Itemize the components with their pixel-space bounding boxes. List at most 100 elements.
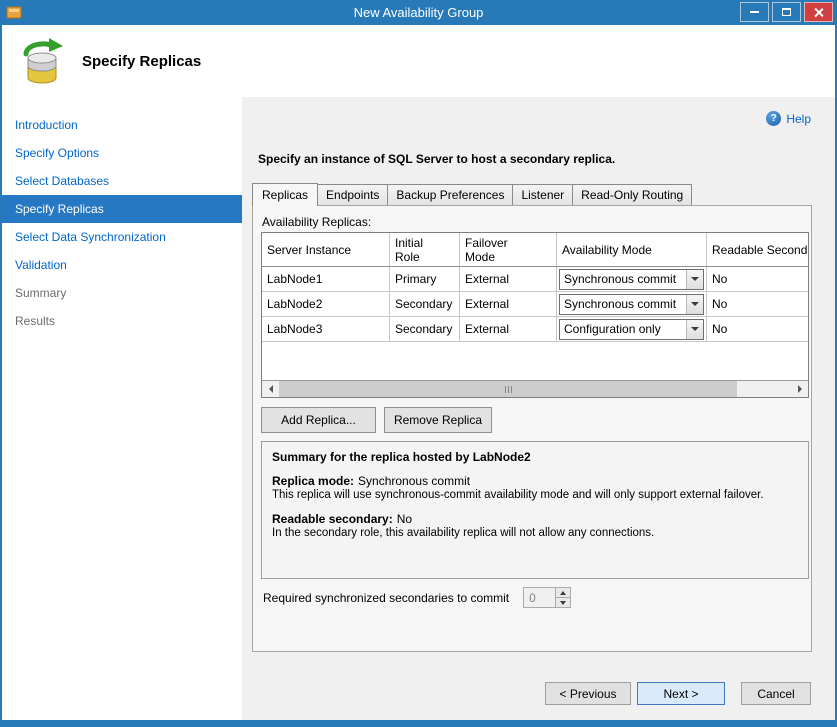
replicas-tab-panel: Availability Replicas: Server Instance I… [252,205,812,652]
grid-header-row: Server Instance Initial Role Failover Mo… [262,233,808,267]
readable-secondary-value: No [397,512,412,526]
replica-row-labnode3[interactable]: LabNode3 Secondary External Configuratio… [262,317,808,342]
secondaries-spinner[interactable]: 0 [523,587,571,608]
sidebar-item-select-databases[interactable]: Select Databases [2,167,242,195]
availability-mode-cell: Synchronous commit [557,292,707,316]
spinner-up-button[interactable] [556,588,570,598]
initial-role-cell[interactable]: Secondary [390,317,460,341]
readable-secondary-cell[interactable]: No [707,292,809,316]
app-icon[interactable] [6,4,22,20]
initial-role-cell[interactable]: Primary [390,267,460,291]
up-arrow-icon [560,591,566,595]
remove-replica-button[interactable]: Remove Replica [384,407,492,433]
column-header-server-instance[interactable]: Server Instance [262,233,390,266]
availability-mode-dropdown[interactable]: Synchronous commit [559,269,704,290]
minimize-button[interactable] [740,2,769,22]
availability-mode-dropdown[interactable]: Synchronous commit [559,294,704,315]
server-instance-cell[interactable]: LabNode3 [262,317,390,341]
wizard-steps-sidebar: Introduction Specify Options Select Data… [2,97,242,720]
replica-mode-description: This replica will use synchronous-commit… [272,489,798,501]
tab-read-only-routing[interactable]: Read-Only Routing [572,184,692,205]
maximize-button[interactable] [772,2,801,22]
required-secondaries-row: Required synchronized secondaries to com… [263,587,571,608]
next-button[interactable]: Next > [637,682,725,705]
help-link[interactable]: Help [766,111,811,126]
tab-endpoints[interactable]: Endpoints [317,184,388,205]
readable-secondary-line: Readable secondary: No [272,512,798,526]
thumb-grip [508,386,509,393]
summary-title: Summary for the replica hosted by LabNod… [272,450,798,464]
initial-role-cell[interactable]: Secondary [390,292,460,316]
sidebar-item-select-data-synchronization[interactable]: Select Data Synchronization [2,223,242,251]
replica-mode-value: Synchronous commit [358,474,470,488]
column-header-initial-role[interactable]: Initial Role [390,233,460,266]
previous-button[interactable]: < Previous [545,682,631,705]
secondaries-value[interactable]: 0 [524,588,555,607]
tab-replicas[interactable]: Replicas [252,183,318,206]
failover-mode-cell[interactable]: External [460,267,557,291]
availability-mode-dropdown[interactable]: Configuration only [559,319,704,340]
scroll-right-button[interactable] [791,381,808,397]
window-title: New Availability Group [354,5,484,20]
sidebar-item-specify-replicas[interactable]: Specify Replicas [2,195,242,223]
minimize-icon [750,11,759,13]
thumb-grip [505,386,506,393]
window-body: Specify Replicas Introduction Specify Op… [2,25,835,720]
availability-mode-value: Configuration only [560,320,686,339]
availability-replicas-label: Availability Replicas: [262,215,371,229]
scrollbar-track[interactable] [279,381,791,397]
close-button[interactable] [804,2,833,22]
readable-secondary-cell[interactable]: No [707,317,809,341]
readable-secondary-label: Readable secondary: [272,512,393,526]
sidebar-item-results: Results [2,307,242,335]
tab-listener[interactable]: Listener [512,184,573,205]
availability-replicas-grid: Server Instance Initial Role Failover Mo… [261,232,809,398]
replica-mode-line: Replica mode:Synchronous commit [272,474,798,488]
down-arrow-icon [560,601,566,605]
sidebar-item-validation[interactable]: Validation [2,251,242,279]
wizard-header: Specify Replicas [2,25,835,97]
chevron-down-icon[interactable] [686,320,703,339]
required-secondaries-label: Required synchronized secondaries to com… [263,591,509,605]
titlebar: New Availability Group [0,0,837,25]
failover-mode-cell[interactable]: External [460,292,557,316]
grid-empty-area [262,342,808,380]
column-header-failover-mode[interactable]: Failover Mode [460,233,557,266]
chevron-down-icon[interactable] [686,270,703,289]
help-icon [766,111,781,126]
availability-mode-cell: Configuration only [557,317,707,341]
cancel-button[interactable]: Cancel [741,682,811,705]
replica-row-labnode2[interactable]: LabNode2 Secondary External Synchronous … [262,292,808,317]
close-icon [813,7,824,18]
availability-group-database-icon [18,37,66,87]
scroll-right-icon [798,385,802,393]
server-instance-cell[interactable]: LabNode1 [262,267,390,291]
maximize-icon [782,8,791,16]
add-replica-button[interactable]: Add Replica... [261,407,376,433]
scroll-left-icon [269,385,273,393]
server-instance-cell[interactable]: LabNode2 [262,292,390,316]
instruction-text: Specify an instance of SQL Server to hos… [258,152,615,166]
spinner-down-button[interactable] [556,598,570,607]
column-header-readable-secondary[interactable]: Readable Secondary [707,233,809,266]
failover-mode-cell[interactable]: External [460,317,557,341]
availability-mode-value: Synchronous commit [560,295,686,314]
replica-actions: Add Replica... Remove Replica [261,407,492,433]
chevron-down-icon[interactable] [686,295,703,314]
readable-secondary-description: In the secondary role, this availability… [272,527,798,539]
sidebar-item-introduction[interactable]: Introduction [2,111,242,139]
readable-secondary-cell[interactable]: No [707,267,809,291]
horizontal-scrollbar[interactable] [262,380,808,397]
page-title: Specify Replicas [82,53,201,70]
tab-backup-preferences[interactable]: Backup Preferences [387,184,513,205]
column-header-availability-mode[interactable]: Availability Mode [557,233,707,266]
spinner-buttons [555,588,570,607]
scrollbar-thumb[interactable] [279,381,737,397]
main-content: Help Specify an instance of SQL Server t… [242,97,835,720]
scroll-left-button[interactable] [262,381,279,397]
new-availability-group-window: New Availability Group Specify Replicas … [0,0,837,727]
sidebar-item-specify-options[interactable]: Specify Options [2,139,242,167]
replica-row-labnode1[interactable]: LabNode1 Primary External Synchronous co… [262,267,808,292]
thumb-grip [511,386,512,393]
help-label: Help [786,112,811,126]
